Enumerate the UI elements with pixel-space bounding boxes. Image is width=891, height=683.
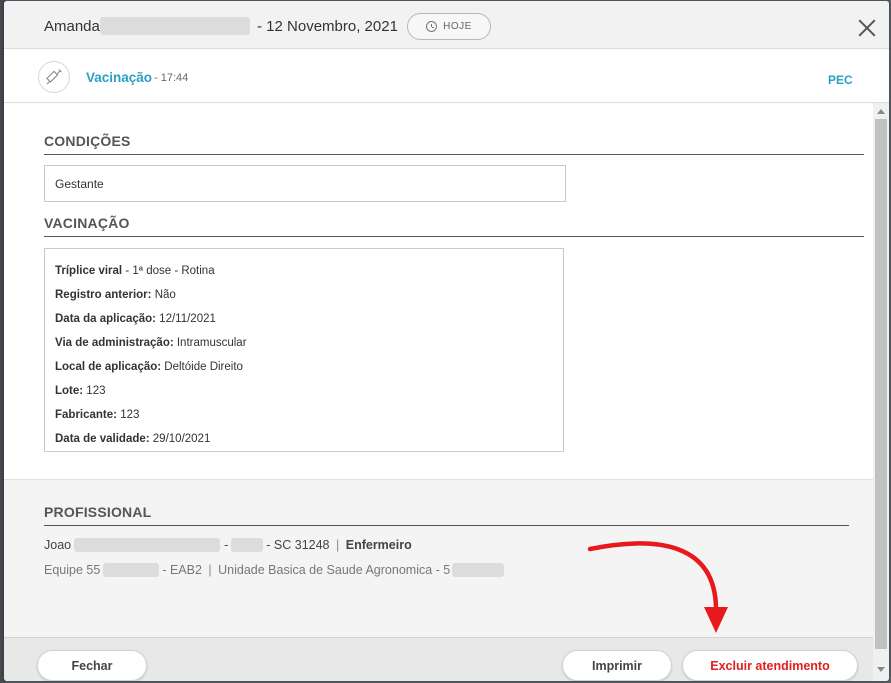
close-button[interactable]: Fechar xyxy=(37,650,147,681)
field-label: Local de aplicação: xyxy=(55,361,162,373)
separator: | xyxy=(208,563,212,577)
professional-team: Equipe 55 - EAB2 | Unidade Basica de Saud… xyxy=(44,562,505,578)
vaccination-row-vaccine: Tríplice viral - 1ª dose - Rotina xyxy=(55,259,553,283)
field-label: Data de validade: xyxy=(55,433,150,445)
scroll-down-arrow-icon[interactable] xyxy=(877,667,885,672)
professional-title: PROFISSIONAL xyxy=(44,504,152,520)
professional-registry: - SC 31248 xyxy=(266,538,330,552)
redacted-team-code xyxy=(103,562,160,577)
vaccine-dose: - 1ª dose - Rotina xyxy=(122,265,215,277)
redacted-surname xyxy=(100,17,250,35)
vaccination-title: VACINAÇÃO xyxy=(44,215,130,231)
source-badge: PEC xyxy=(828,73,853,87)
vaccination-row-previous-record: Registro anterior: Não xyxy=(55,283,553,307)
modal-header: Amanda - 12 Novembro, 2021 HOJE xyxy=(4,1,889,49)
vaccination-row-route: Via de administração: Intramuscular xyxy=(55,331,553,355)
scroll-up-arrow-icon[interactable] xyxy=(877,109,885,114)
vaccination-row-expiry: Data de validade: 29/10/2021 xyxy=(55,427,553,451)
professional-role: Enfermeiro xyxy=(345,538,412,552)
separator: | xyxy=(336,538,340,552)
team-type: - EAB2 xyxy=(162,563,202,577)
field-label: Registro anterior: xyxy=(55,289,152,301)
field-value: 29/10/2021 xyxy=(149,433,211,445)
redacted-cns xyxy=(231,537,264,552)
health-unit: Unidade Basica de Saude Agronomica - 5 xyxy=(218,563,451,577)
attendance-modal: Amanda - 12 Novembro, 2021 HOJE Vacinaçã… xyxy=(4,1,889,681)
field-value: Não xyxy=(151,289,176,301)
syringe-icon xyxy=(38,61,70,93)
vaccine-name: Tríplice viral xyxy=(55,265,123,277)
field-value: 123 xyxy=(117,409,140,421)
field-label: Lote: xyxy=(55,385,84,397)
field-label: Via de administração: xyxy=(55,337,174,349)
record-time: - 17:44 xyxy=(154,72,189,84)
field-label: Data da aplicação: xyxy=(55,313,156,325)
today-button[interactable]: HOJE xyxy=(407,13,491,40)
attendance-date: - 12 Novembro, 2021 xyxy=(257,18,398,35)
record-bar: Vacinação - 17:44 PEC xyxy=(4,49,889,103)
record-title: Vacinação xyxy=(86,70,153,85)
dash: - xyxy=(224,538,229,552)
vaccination-row-application-date: Data da aplicação: 12/11/2021 xyxy=(55,307,553,331)
vaccination-divider xyxy=(44,236,864,237)
professional-info: Joao - - SC 31248 | Enfermeiro xyxy=(44,537,412,553)
professional-section xyxy=(4,479,873,637)
redacted-unit-code xyxy=(452,562,505,577)
professional-divider xyxy=(44,525,849,526)
redacted-name xyxy=(74,537,221,552)
field-value: 123 xyxy=(83,385,106,397)
delete-attendance-button[interactable]: Excluir atendimento xyxy=(682,650,858,681)
team-name: Equipe 55 xyxy=(44,563,101,577)
print-button[interactable]: Imprimir xyxy=(562,650,672,681)
conditions-value: Gestante xyxy=(44,165,566,202)
scrollbar-thumb[interactable] xyxy=(875,119,887,649)
field-value: Intramuscular xyxy=(173,337,247,349)
field-value: Deltóide Direito xyxy=(161,361,243,373)
professional-name: Joao xyxy=(44,538,72,552)
conditions-title: CONDIÇÕES xyxy=(44,133,131,149)
vaccination-details: Tríplice viral - 1ª dose - Rotina Regist… xyxy=(44,248,564,452)
clock-icon xyxy=(426,21,438,32)
patient-name: Amanda xyxy=(44,18,100,35)
field-value: 12/11/2021 xyxy=(155,313,216,325)
conditions-divider xyxy=(44,154,864,155)
field-label: Fabricante: xyxy=(55,409,117,421)
scrollbar[interactable] xyxy=(873,103,889,681)
vaccination-row-manufacturer: Fabricante: 123 xyxy=(55,403,553,427)
action-bar: Fechar Imprimir Excluir atendimento xyxy=(4,637,873,681)
vaccination-row-lot: Lote: 123 xyxy=(55,379,553,403)
vaccination-row-site: Local de aplicação: Deltóide Direito xyxy=(55,355,553,379)
close-icon[interactable] xyxy=(858,19,876,37)
today-button-label: HOJE xyxy=(443,21,472,32)
